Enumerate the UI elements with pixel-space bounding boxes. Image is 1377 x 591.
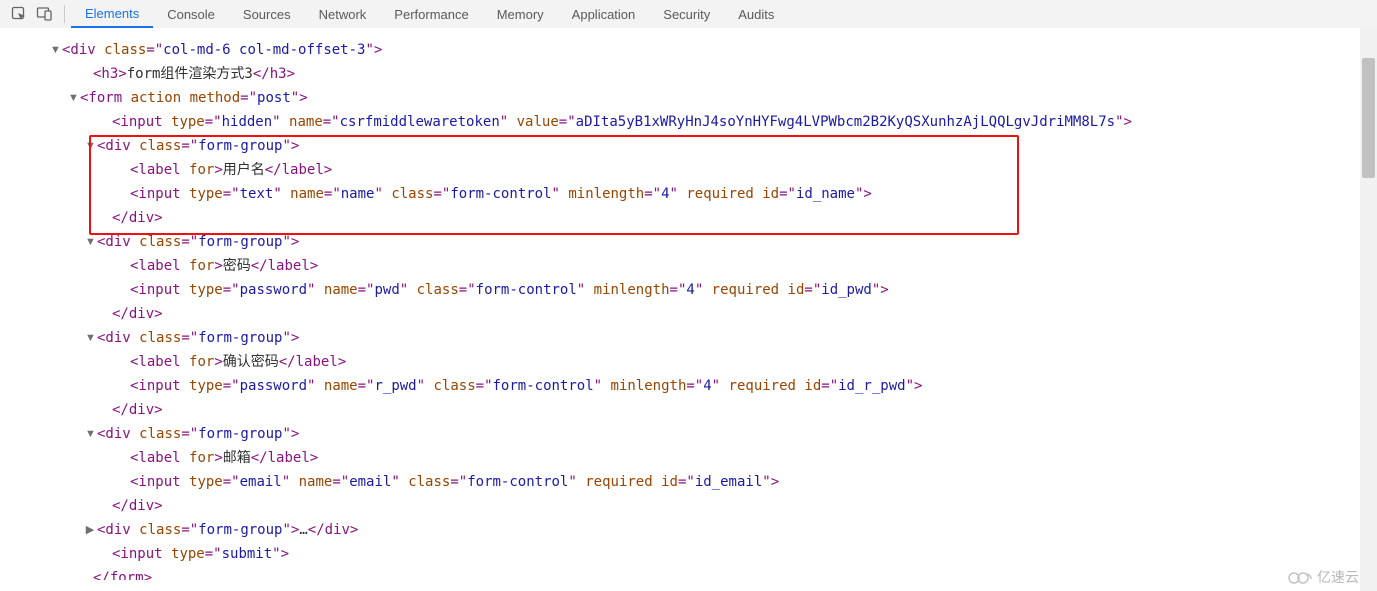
collapse-icon[interactable]: ▼ [85,422,95,446]
dom-tree-row[interactable]: ▼<div class="form-group"> [0,422,1360,446]
tab-network[interactable]: Network [305,1,381,28]
dom-tree-row[interactable]: </div> [0,206,1360,230]
dom-tree-row[interactable]: ▼<div class="form-group"> [0,134,1360,158]
collapse-icon[interactable]: ▼ [85,326,95,350]
tab-security[interactable]: Security [649,1,724,28]
dom-tree-row[interactable]: <label for>确认密码</label> [0,350,1360,374]
dom-tree[interactable]: ▼<div class="col-md-6 col-md-offset-3"><… [0,28,1360,591]
dom-tree-row[interactable]: ▼<form action method="post"> [0,86,1360,110]
tab-performance[interactable]: Performance [380,1,482,28]
tab-audits[interactable]: Audits [724,1,788,28]
dom-tree-row[interactable]: <label for>用户名</label> [0,158,1360,182]
collapse-icon[interactable]: ▼ [85,230,95,254]
collapse-icon[interactable]: ▼ [50,38,60,62]
dom-tree-row[interactable]: ▼<div class="form-group"> [0,230,1360,254]
collapse-icon[interactable]: ▼ [85,134,95,158]
dom-tree-row[interactable]: </div> [0,302,1360,326]
devtools-toolbar: ElementsConsoleSourcesNetworkPerformance… [0,0,1377,29]
collapse-icon[interactable]: ▼ [68,86,78,110]
dom-tree-row[interactable]: <input type="password" name="pwd" class=… [0,278,1360,302]
inspect-icon[interactable] [6,1,32,27]
scrollbar-thumb[interactable] [1362,58,1375,178]
elements-panel: ▼<div class="col-md-6 col-md-offset-3"><… [0,28,1377,591]
dom-tree-row[interactable]: ▶<div class="form-group">…</div> [0,518,1360,542]
tab-memory[interactable]: Memory [483,1,558,28]
toolbar-separator [64,5,65,23]
tab-console[interactable]: Console [153,1,229,28]
dom-tree-row[interactable]: ▼<div class="form-group"> [0,326,1360,350]
dom-tree-row[interactable]: <input type="text" name="name" class="fo… [0,182,1360,206]
dom-tree-row[interactable]: <label for>邮箱</label> [0,446,1360,470]
dom-tree-row[interactable]: </div> [0,494,1360,518]
device-toggle-icon[interactable] [32,1,58,27]
dom-tree-row[interactable]: ▼<div class="col-md-6 col-md-offset-3"> [0,38,1360,62]
expand-icon[interactable]: ▶ [85,518,95,542]
dom-tree-row[interactable]: <h3>form组件渲染方式3</h3> [0,62,1360,86]
tab-sources[interactable]: Sources [229,1,305,28]
dom-tree-row[interactable]: <label for>密码</label> [0,254,1360,278]
tab-application[interactable]: Application [558,1,650,28]
dom-tree-row[interactable]: <input type="password" name="r_pwd" clas… [0,374,1360,398]
dom-tree-row[interactable]: </div> [0,398,1360,422]
dom-tree-row[interactable]: </form> [0,566,1360,580]
dom-tree-row[interactable]: <input type="email" name="email" class="… [0,470,1360,494]
devtools-tabs: ElementsConsoleSourcesNetworkPerformance… [71,0,788,28]
tab-elements[interactable]: Elements [71,0,153,28]
dom-tree-row[interactable]: <input type="submit"> [0,542,1360,566]
vertical-scrollbar[interactable] [1360,28,1377,591]
dom-tree-row[interactable]: <input type="hidden" name="csrfmiddlewar… [0,110,1360,134]
